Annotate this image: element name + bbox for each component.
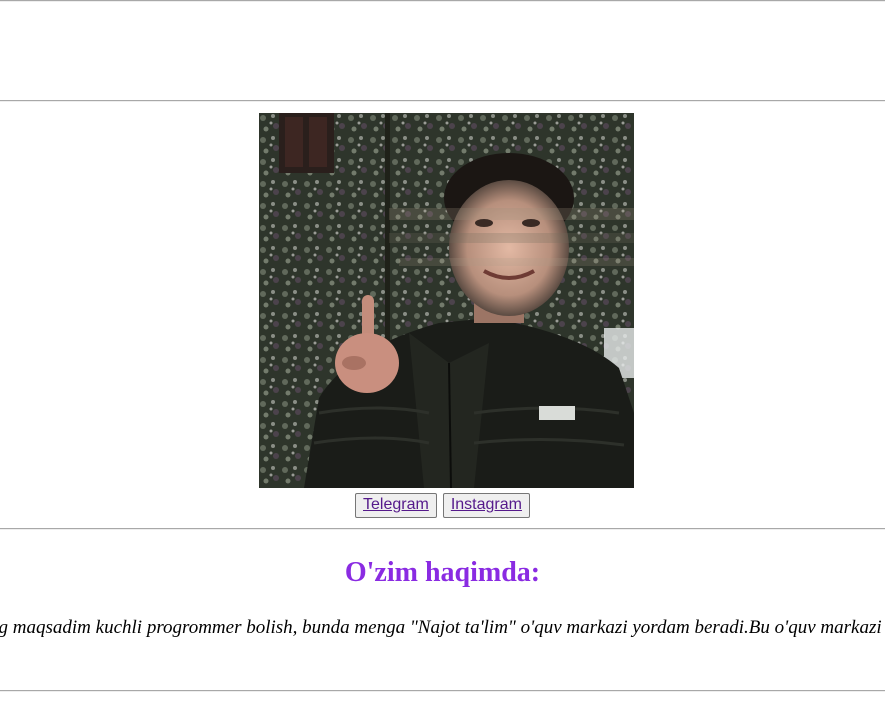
header-divider <box>0 100 885 102</box>
section-divider <box>0 528 885 530</box>
about-heading: O'zim haqimda: <box>344 557 541 588</box>
about-marquee: Mening maqsadim kuchli progrommer bolish… <box>0 615 885 641</box>
instagram-link-button[interactable]: Instagram <box>442 493 530 518</box>
profile-photo <box>259 113 634 488</box>
top-divider <box>0 0 885 2</box>
social-links: Telegram Instagram <box>0 493 885 518</box>
page: Telegram Instagram O'zim haqimda: Mening… <box>0 0 885 720</box>
footer-divider <box>0 690 885 692</box>
telegram-link-button[interactable]: Telegram <box>355 493 437 518</box>
about-marquee-text: Mening maqsadim kuchli progrommer bolish… <box>0 617 882 638</box>
